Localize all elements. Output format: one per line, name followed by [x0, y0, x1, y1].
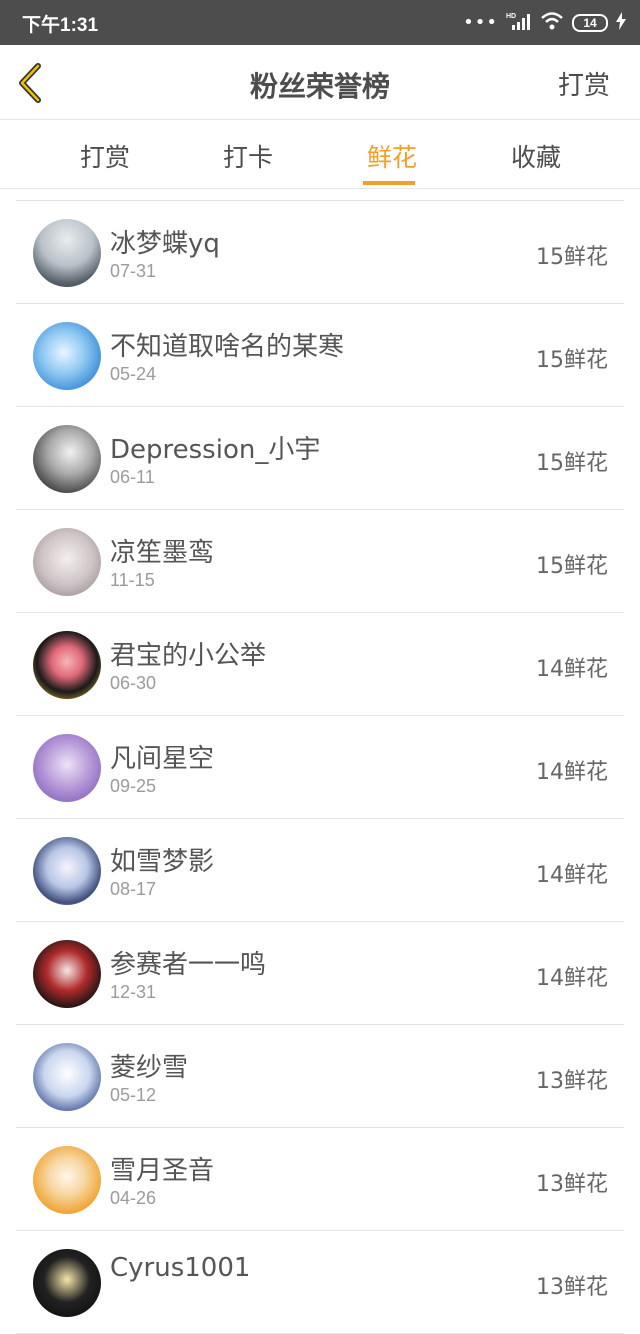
fan-name: 凉笙墨鸾 — [110, 538, 215, 568]
tab-flowers[interactable]: 鲜花 — [337, 138, 447, 185]
avatar — [33, 528, 101, 596]
fan-name: Depression_小宇 — [110, 435, 321, 465]
flower-count: 13鲜花 — [536, 1172, 608, 1197]
avatar — [33, 1146, 101, 1214]
list-item[interactable]: 凉笙墨鸾 11-15 15鲜花 — [16, 510, 624, 613]
tab-label: 打赏 — [79, 143, 130, 172]
fan-name: Cyrus1001 — [110, 1253, 251, 1283]
list-item[interactable]: 冰梦蝶yq 07-31 15鲜花 — [16, 201, 624, 304]
avatar — [33, 219, 101, 287]
tab-label: 收藏 — [510, 143, 561, 172]
status-bar: 下午1:31 ••• HD 14 — [0, 0, 640, 45]
fan-date: 12-31 — [110, 982, 157, 1002]
flower-count: 15鲜花 — [536, 348, 608, 373]
charging-icon — [616, 12, 626, 34]
fan-name: 冰梦蝶yq — [110, 229, 220, 259]
tab-label: 打卡 — [222, 143, 273, 172]
avatar — [33, 1249, 101, 1317]
list-item[interactable]: 如雪梦影 08-17 14鲜花 — [16, 819, 624, 922]
page-header: 粉丝荣誉榜 打赏 — [0, 45, 640, 120]
wifi-icon — [540, 11, 564, 35]
tab-checkin[interactable]: 打卡 — [193, 138, 303, 174]
fan-name: 雪月圣音 — [110, 1156, 215, 1186]
fan-name: 参赛者一一鸣 — [110, 950, 267, 980]
list-item[interactable]: Depression_小宇 06-11 15鲜花 — [16, 407, 624, 510]
flower-count: 15鲜花 — [536, 554, 608, 579]
flower-count: 14鲜花 — [536, 657, 608, 682]
avatar — [33, 631, 101, 699]
more-dots-icon: ••• — [463, 12, 498, 33]
list-item[interactable]: 参赛者一一鸣 12-31 14鲜花 — [16, 922, 624, 1025]
fan-date: 08-17 — [110, 879, 157, 899]
avatar — [33, 734, 101, 802]
tab-reward[interactable]: 打赏 — [50, 138, 160, 174]
reward-button[interactable]: 打赏 — [558, 65, 610, 102]
fan-name: 君宝的小公举 — [110, 641, 267, 671]
flower-count: 13鲜花 — [536, 1275, 608, 1300]
avatar — [33, 1043, 101, 1111]
list-item[interactable]: 凡间星空 09-25 14鲜花 — [16, 716, 624, 819]
flower-count: 14鲜花 — [536, 966, 608, 991]
list-item[interactable]: Cyrus1001 13鲜花 — [16, 1231, 624, 1334]
avatar — [33, 322, 101, 390]
avatar — [33, 837, 101, 905]
fan-date: 11-15 — [110, 570, 155, 590]
svg-text:HD: HD — [506, 13, 516, 20]
fan-date: 05-12 — [110, 1085, 157, 1105]
fan-date: 04-26 — [110, 1188, 157, 1208]
flower-count: 13鲜花 — [536, 1069, 608, 1094]
tab-favorites[interactable]: 收藏 — [481, 138, 591, 174]
flower-count: 15鲜花 — [536, 451, 608, 476]
list-item[interactable]: 菱纱雪 05-12 13鲜花 — [16, 1025, 624, 1128]
fan-ranking-list: 冰梦蝶yq 07-31 15鲜花 不知道取啥名的某寒 05-24 15鲜花 De… — [16, 200, 624, 1334]
avatar — [33, 425, 101, 493]
signal-hd-icon: HD — [506, 11, 532, 35]
active-tab-indicator — [363, 181, 415, 185]
fan-name: 不知道取啥名的某寒 — [110, 332, 345, 362]
list-item[interactable]: 雪月圣音 04-26 13鲜花 — [16, 1128, 624, 1231]
page-title: 粉丝荣誉榜 — [249, 70, 390, 103]
fan-name: 菱纱雪 — [110, 1053, 189, 1083]
list-item[interactable]: 君宝的小公举 06-30 14鲜花 — [16, 613, 624, 716]
flower-count: 14鲜花 — [536, 760, 608, 785]
battery-icon: 14 — [572, 14, 608, 32]
fan-date: 07-31 — [110, 261, 157, 281]
avatar — [33, 940, 101, 1008]
fan-name: 如雪梦影 — [110, 847, 215, 877]
fan-date: 09-25 — [110, 776, 157, 796]
fan-date: 06-11 — [110, 467, 155, 487]
tab-bar: 打赏 打卡 鲜花 收藏 — [0, 120, 640, 189]
fan-date: 05-24 — [110, 364, 157, 384]
tab-label: 鲜花 — [366, 143, 417, 172]
flower-count: 15鲜花 — [536, 245, 608, 270]
fan-date: 06-30 — [110, 673, 157, 693]
flower-count: 14鲜花 — [536, 863, 608, 888]
status-time: 下午1:31 — [22, 15, 99, 36]
fan-name: 凡间星空 — [110, 744, 215, 774]
status-icons: ••• HD 14 — [463, 9, 626, 37]
list-item[interactable]: 不知道取啥名的某寒 05-24 15鲜花 — [16, 304, 624, 407]
